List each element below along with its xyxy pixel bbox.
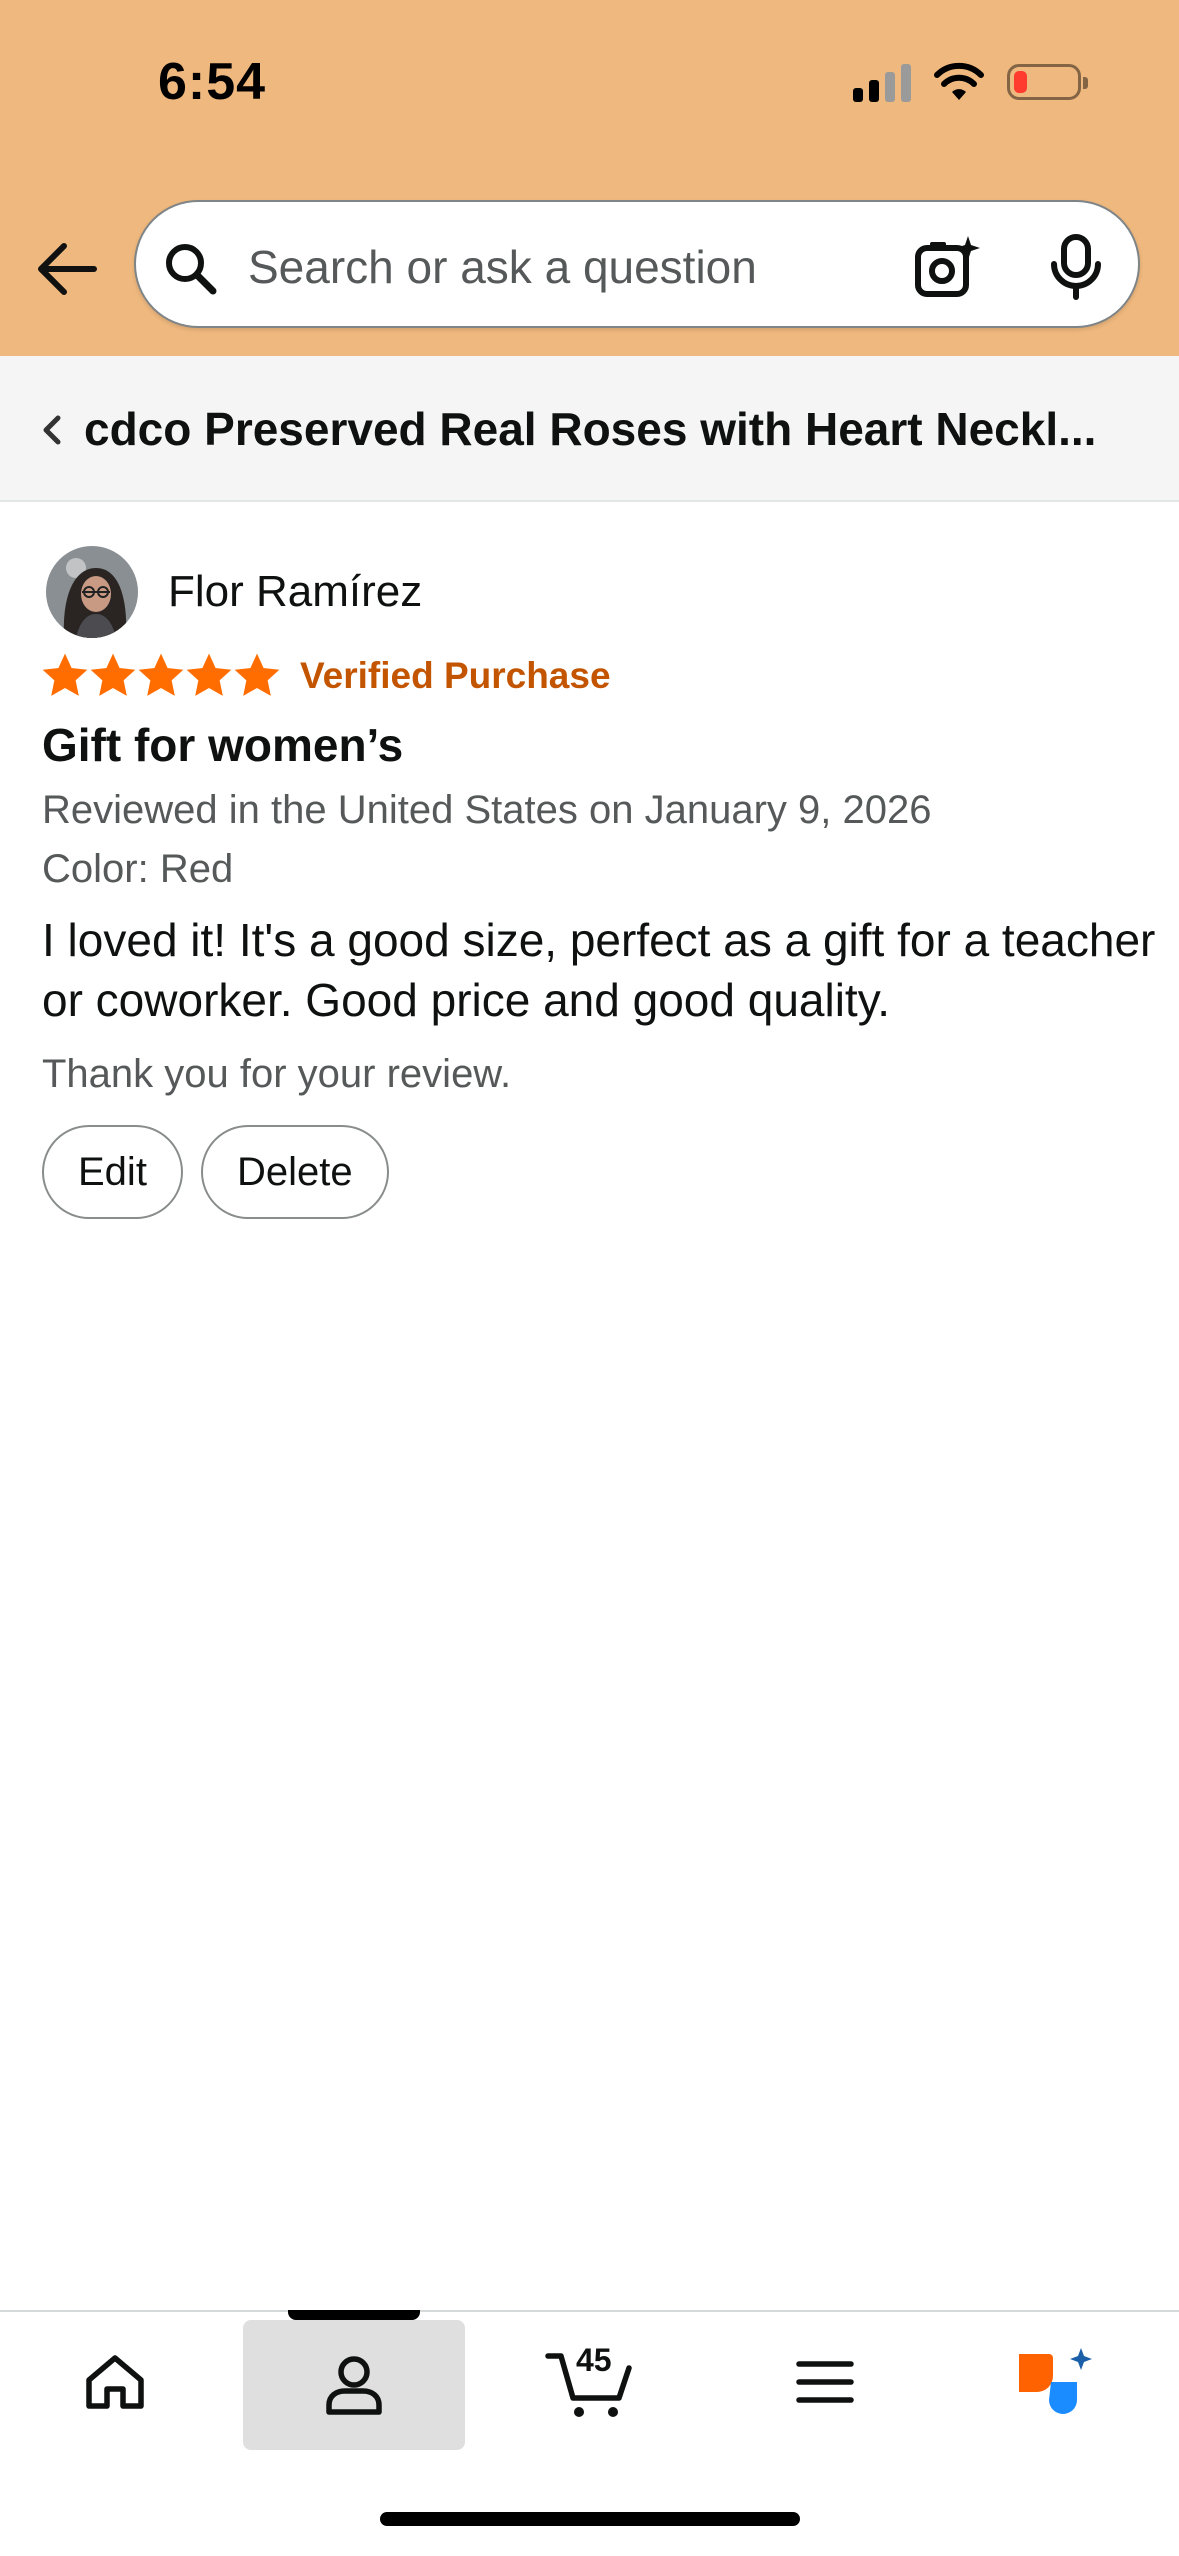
star-icon [234, 653, 280, 696]
review-variant: Color: Red [42, 847, 234, 891]
wifi-icon [934, 62, 984, 100]
rufus-icon [1019, 2348, 1092, 2414]
active-tab-indicator [288, 2310, 420, 2320]
star-rating [42, 653, 280, 699]
search-bar[interactable]: Search or ask a question [134, 200, 1140, 328]
review-title: Gift for women’s [42, 719, 404, 771]
review-body: I loved it! It's a good size, perfect as… [42, 914, 1156, 1026]
home-icon [86, 2355, 144, 2409]
review-card: Flor Ramírez Verified Purchase Gift for … [42, 544, 1155, 1219]
tab-rufus[interactable] [1000, 2312, 1110, 2452]
cart-count-badge: 45 [576, 2342, 612, 2378]
back-arrow-icon[interactable] [36, 238, 98, 300]
cellular-signal-icon [853, 62, 911, 102]
reviewer-row: Flor Ramírez [42, 544, 1142, 640]
chevron-left-icon [43, 415, 61, 445]
star-icon [42, 653, 88, 696]
star-icon [186, 653, 232, 696]
star-icon [138, 653, 184, 696]
review-date: Reviewed in the United States on January… [42, 788, 932, 832]
tab-cart[interactable]: 45 [520, 2312, 660, 2452]
tab-home[interactable] [60, 2312, 170, 2452]
reviewer-name: Flor Ramírez [168, 567, 423, 616]
search-icon [166, 244, 217, 295]
review-actions: Edit Delete [42, 1125, 1142, 1219]
edit-button[interactable]: Edit [42, 1125, 183, 1219]
home-indicator[interactable] [380, 2512, 800, 2526]
thank-you-message: Thank you for your review. [42, 1052, 512, 1096]
status-time: 6:54 [158, 53, 267, 111]
product-title[interactable]: cdco Preserved Real Roses with Heart Nec… [84, 402, 1144, 456]
tab-you[interactable] [243, 2320, 465, 2450]
rating-row: Verified Purchase [42, 646, 1142, 706]
person-icon [326, 2356, 382, 2415]
app-header: 6:54 Search or ask a question [0, 0, 1179, 356]
delete-button[interactable]: Delete [200, 1125, 389, 1219]
camera-lens-icon[interactable] [914, 234, 980, 300]
avatar [46, 546, 138, 638]
tab-menu[interactable] [765, 2312, 885, 2452]
verified-purchase-badge: Verified Purchase [300, 655, 611, 696]
battery-icon [1007, 64, 1088, 100]
star-icon [90, 653, 136, 696]
status-indicators [853, 62, 1088, 102]
microphone-icon[interactable] [1046, 234, 1106, 300]
search-input[interactable]: Search or ask a question [248, 240, 757, 294]
product-link-bar[interactable]: cdco Preserved Real Roses with Heart Nec… [0, 356, 1179, 502]
menu-icon [796, 2361, 854, 2403]
